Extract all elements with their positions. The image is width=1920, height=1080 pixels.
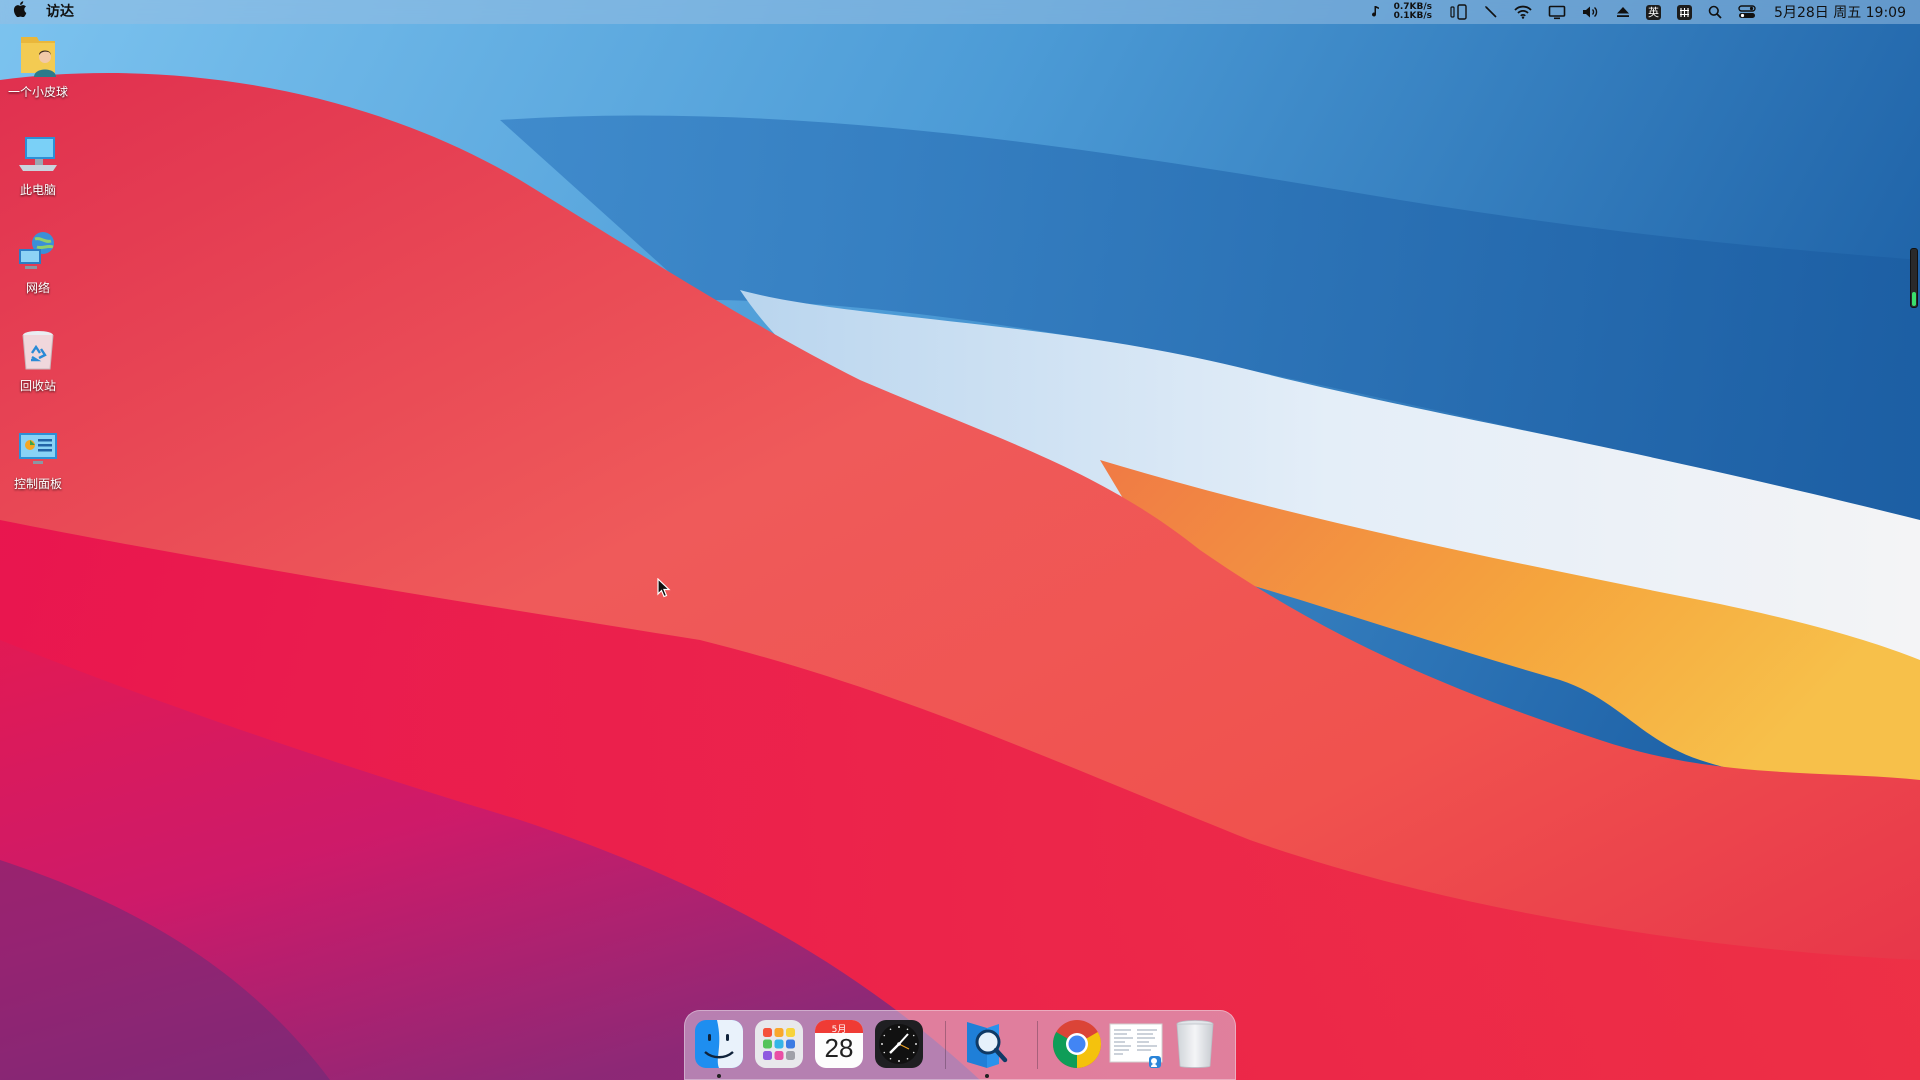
desktop-icon-this-pc[interactable]: 此电脑 [0,130,76,198]
music-note-icon[interactable] [1362,0,1388,24]
menubar-clock[interactable]: 5月28日 周五 19:09 [1764,2,1906,22]
net-download: 0.1KB/s [1393,11,1433,21]
search-app-icon [967,1022,1008,1068]
network-speed[interactable]: 0.7KB/s 0.1KB/s [1388,3,1442,21]
recycle-bin-icon [14,326,62,374]
launchpad-icon [755,1020,803,1068]
user-folder-icon [14,32,62,80]
wifi-icon[interactable] [1506,0,1540,24]
volume-icon[interactable] [1574,0,1608,24]
desktop-icon-label: 网络 [25,281,50,295]
pen-icon[interactable] [1476,0,1506,24]
dock-item-chrome[interactable] [1051,1018,1103,1070]
dock-item-trash[interactable] [1169,1018,1221,1070]
finder-icon [695,1020,743,1068]
dock-item-launchpad[interactable] [753,1018,805,1070]
chrome-icon [1052,1020,1102,1068]
desktop-icon-network[interactable]: 网络 [0,228,76,296]
computer-icon [14,130,62,178]
dock-item-document[interactable] [1109,1018,1163,1070]
keyboard-grid-icon[interactable] [1669,0,1700,24]
desktop-icon-recycle-bin[interactable]: 回收站 [0,326,76,394]
dock-separator [1037,1021,1038,1069]
desktop-icon-label: 一个小皮球 [7,85,68,99]
desktop-icon-label: 回收站 [19,379,56,393]
desktop-icon-label: 控制面板 [13,477,62,491]
dock-item-calendar[interactable]: 5月 28 [813,1018,865,1070]
display-icon[interactable] [1540,0,1574,24]
menu-bar: 访达 0.7KB/s 0.1KB/s 英 5月28日 周五 19:09 [0,0,1920,24]
mouse-cursor-icon [657,577,671,602]
side-scroll-indicator[interactable] [1910,248,1918,308]
dock: 5月 28 [684,1010,1236,1080]
running-indicator [985,1074,989,1078]
desktop-icon-control-panel[interactable]: 控制面板 [0,424,76,492]
dock-item-finder[interactable] [693,1018,745,1078]
network-globe-icon [14,228,62,276]
eject-icon[interactable] [1608,0,1638,24]
wallpaper [0,0,1920,1080]
clock-icon [875,1020,923,1068]
dock-item-clock[interactable] [873,1018,925,1070]
desktop-icon-user-folder[interactable]: 一个小皮球 [0,32,76,100]
dock-separator [945,1021,946,1069]
control-center-icon[interactable] [1730,0,1764,24]
document-preview-icon [1109,1023,1163,1068]
input-method-icon[interactable]: 英 [1638,0,1669,24]
trash-icon [1176,1020,1214,1068]
control-panel-icon [14,424,62,472]
active-app-name[interactable]: 访达 [40,0,80,24]
dock-item-search-app[interactable] [961,1018,1013,1078]
desktop: 访达 0.7KB/s 0.1KB/s 英 5月28日 周五 19:09 一个小皮… [0,0,1920,1080]
calendar-day: 28 [824,1033,854,1063]
search-icon[interactable] [1700,0,1730,24]
phone-link-icon[interactable] [1442,0,1476,24]
desktop-icon-label: 此电脑 [19,183,56,197]
apple-logo-icon[interactable] [0,0,40,24]
running-indicator [717,1074,721,1078]
